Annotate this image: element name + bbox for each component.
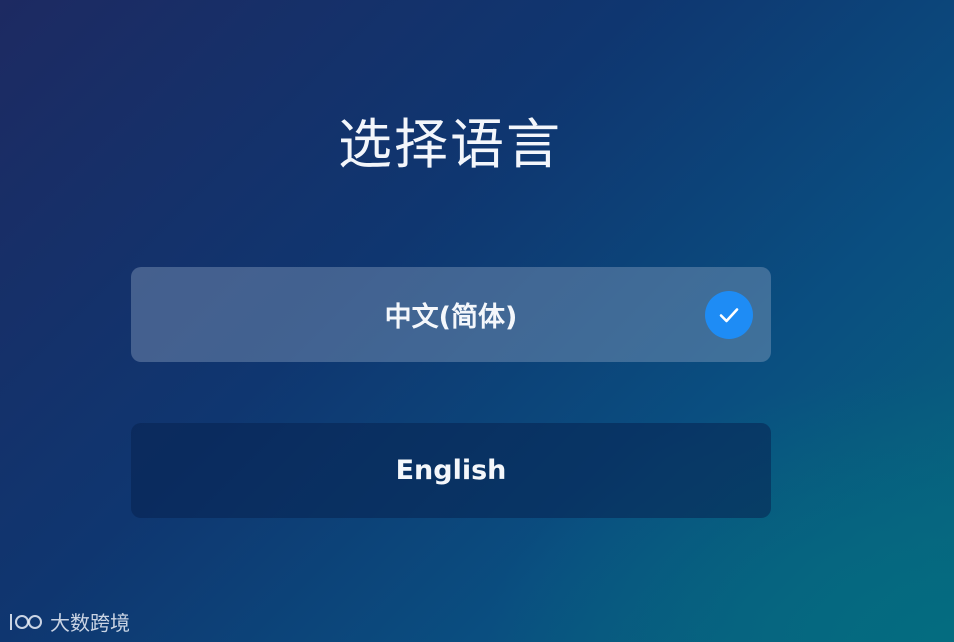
watermark: 大数跨境 [8, 607, 130, 636]
language-option-label: English [395, 455, 507, 486]
watermark-logo [10, 613, 42, 630]
language-option-chinese-simplified[interactable]: 中文(简体) [131, 267, 771, 362]
language-option-label: 中文(简体) [384, 302, 518, 333]
language-option-english[interactable]: English [131, 423, 771, 518]
check-circle-icon [705, 291, 753, 339]
page-title: 选择语言 [338, 113, 562, 176]
watermark-text: 大数跨境 [50, 611, 130, 635]
